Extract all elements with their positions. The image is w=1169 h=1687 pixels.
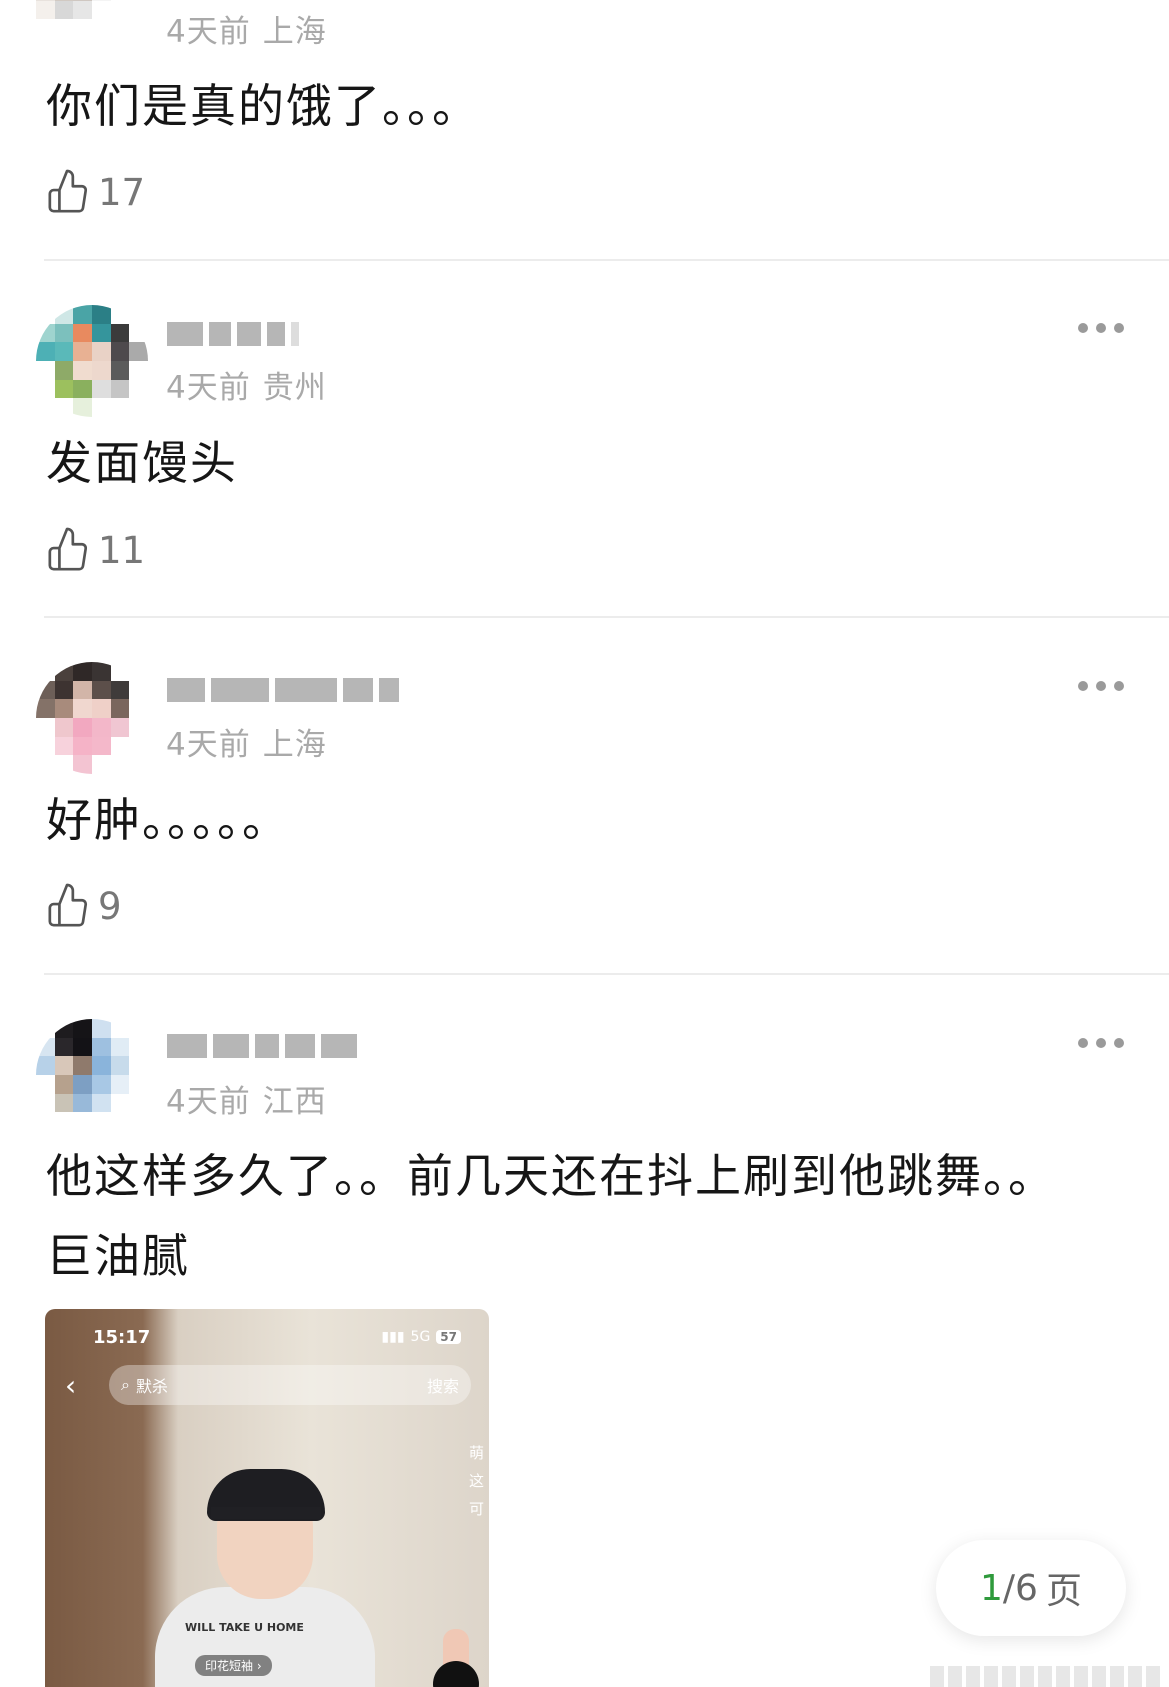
comment-text: 好肿。。。。。	[46, 793, 290, 847]
page-total: /6	[1002, 1567, 1038, 1609]
image-status-bar: ▮▮▮ 5G 57	[381, 1329, 461, 1345]
comment-meta: 4天前 江西	[166, 1076, 327, 1121]
comment-location: 贵州	[262, 370, 327, 406]
comment-meta: 4天前 上海	[166, 6, 327, 51]
back-icon: ‹	[65, 1369, 77, 1402]
side-char: 萌	[469, 1444, 485, 1462]
like-count: 17	[98, 170, 146, 214]
more-options-icon[interactable]	[1078, 1037, 1124, 1049]
like-count: 9	[98, 884, 122, 928]
image-side-text: 萌 这 可	[469, 1439, 487, 1523]
person-figure: WILL TAKE U HOME	[155, 1469, 375, 1687]
comment-meta: 4天前 上海	[166, 719, 327, 764]
like-button[interactable]: 9	[46, 880, 122, 932]
thumbs-up-icon	[48, 169, 88, 213]
divider	[44, 616, 1169, 618]
image-product-chip: 印花短袖 ›	[195, 1655, 272, 1676]
like-button[interactable]: 11	[46, 524, 145, 576]
thumbs-up-icon	[48, 883, 88, 927]
comment-text: 你们是真的饿了。。。	[46, 79, 480, 133]
signal-icon: ▮▮▮	[381, 1329, 405, 1345]
comment-time: 4天前	[166, 370, 251, 406]
thumbs-up-icon	[48, 527, 88, 571]
image-network: 5G	[410, 1329, 431, 1345]
person-headband	[211, 1507, 321, 1519]
image-status-time: 15:17	[93, 1327, 151, 1348]
image-search-button: 搜索	[426, 1377, 459, 1396]
comment-time: 4天前	[166, 14, 251, 50]
avatar[interactable]	[36, 0, 148, 38]
more-options-icon[interactable]	[1078, 322, 1124, 334]
username[interactable]	[167, 314, 299, 354]
search-icon: ⌕	[121, 1375, 130, 1394]
divider	[44, 259, 1169, 261]
comment-meta: 4天前 贵州	[166, 362, 327, 407]
page-indicator[interactable]: 1 /6 页	[936, 1540, 1126, 1636]
shirt-text: WILL TAKE U HOME	[185, 1621, 304, 1634]
divider	[44, 973, 1169, 975]
side-char: 可	[469, 1500, 485, 1518]
comment-time: 4天前	[166, 1084, 251, 1120]
comment-image[interactable]: 15:17 ▮▮▮ 5G 57 ‹ ⌕ 默杀 搜索 萌 这 可 WILL TAK…	[45, 1309, 489, 1687]
comment-location: 上海	[262, 14, 327, 50]
page-unit: 页	[1045, 1571, 1082, 1612]
like-count: 11	[98, 528, 146, 572]
avatar[interactable]	[36, 305, 148, 417]
avatar[interactable]	[36, 1019, 148, 1131]
image-search-query: 默杀	[135, 1377, 168, 1396]
comment-location: 上海	[262, 727, 327, 763]
avatar[interactable]	[36, 662, 148, 774]
username[interactable]	[167, 1026, 357, 1066]
comment-location: 江西	[262, 1084, 327, 1120]
app-logo-icon	[433, 1661, 479, 1687]
comment-text-line: 巨油腻	[46, 1229, 190, 1283]
comment-text-line: 他这样多久了。。前几天还在抖上刷到他跳舞。。	[46, 1149, 1056, 1203]
image-search-bar: ⌕ 默杀 搜索	[109, 1365, 471, 1405]
more-options-icon[interactable]	[1078, 680, 1124, 692]
comment-time: 4天前	[166, 727, 251, 763]
blurred-watermark	[930, 1666, 1169, 1687]
page-current: 1	[980, 1567, 1003, 1609]
like-button[interactable]: 17	[46, 166, 145, 218]
comment-text: 发面馒头	[46, 436, 238, 490]
comment-text: 他这样多久了。。前几天还在抖上刷到他跳舞。。 巨油腻	[46, 1136, 1116, 1296]
username[interactable]	[167, 670, 399, 710]
image-battery: 57	[436, 1330, 461, 1344]
side-char: 这	[469, 1472, 485, 1490]
